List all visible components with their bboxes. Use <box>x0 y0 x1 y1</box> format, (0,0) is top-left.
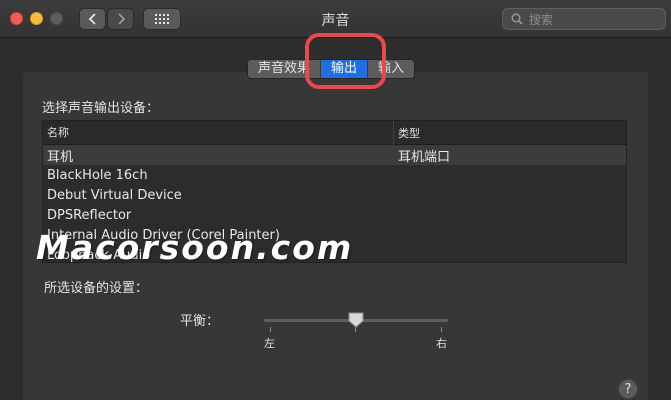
search-field[interactable]: 搜索 <box>502 8 666 30</box>
table-row[interactable]: Debut Virtual Device <box>43 185 626 205</box>
balance-left-label: 左 <box>264 337 275 350</box>
balance-right-label: 右 <box>436 337 447 350</box>
balance-slider-thumb[interactable] <box>348 312 364 328</box>
device-type: 耳机端口 <box>398 149 451 165</box>
search-placeholder: 搜索 <box>529 12 554 27</box>
device-name: DPSReflector <box>47 207 132 223</box>
help-button[interactable]: ? <box>618 379 638 399</box>
table-row[interactable]: 耳机 耳机端口 <box>43 145 626 165</box>
watermark: Macorsoon.com <box>36 228 354 267</box>
slider-tick <box>441 327 442 332</box>
table-header: 名称 类型 <box>43 121 626 145</box>
table-row[interactable]: BlackHole 16ch <box>43 165 626 185</box>
slider-tick <box>270 327 271 332</box>
device-name: 耳机 <box>47 149 74 165</box>
device-name: Debut Virtual Device <box>47 187 182 203</box>
highlight-annotation <box>305 33 386 89</box>
device-name: BlackHole 16ch <box>47 167 148 183</box>
column-header-name[interactable]: 名称 <box>43 121 394 145</box>
column-header-type[interactable]: 类型 <box>394 125 420 141</box>
balance-label: 平衡： <box>180 314 220 329</box>
search-icon <box>511 13 523 25</box>
output-device-heading: 选择声音输出设备： <box>42 101 160 116</box>
table-row[interactable]: DPSReflector <box>43 205 626 225</box>
device-settings-heading: 所选设备的设置： <box>44 281 149 296</box>
